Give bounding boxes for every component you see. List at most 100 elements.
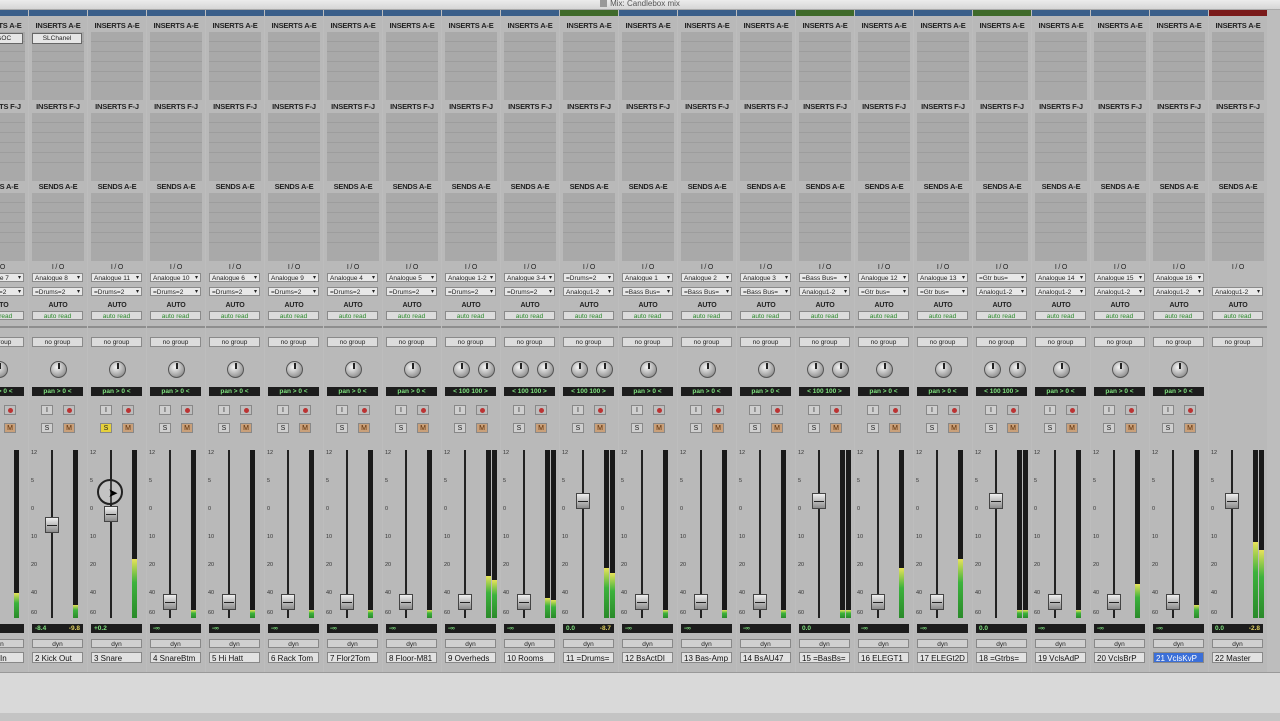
- send-slot[interactable]: [917, 193, 969, 203]
- insert-slot[interactable]: [681, 72, 733, 82]
- volume-fader[interactable]: [399, 594, 413, 611]
- sends-ae-slots[interactable]: [209, 193, 261, 261]
- send-slot[interactable]: [563, 223, 615, 233]
- track-name[interactable]: 7 Flor2Tom: [327, 652, 378, 663]
- insert-slot[interactable]: [1153, 133, 1205, 143]
- insert-slot[interactable]: [504, 113, 556, 123]
- dyn-selector[interactable]: dyn: [386, 639, 437, 648]
- insert-slot[interactable]: [858, 143, 910, 153]
- pan-knob[interactable]: [1171, 361, 1188, 378]
- insert-slot[interactable]: [386, 143, 438, 153]
- mute-button[interactable]: M: [417, 423, 429, 433]
- track-name[interactable]: 15 =BasBs=: [799, 652, 850, 663]
- insert-slot[interactable]: [445, 133, 497, 143]
- insert-slot[interactable]: [0, 113, 25, 123]
- send-slot[interactable]: [1153, 213, 1205, 223]
- insert-slot[interactable]: [976, 123, 1028, 133]
- insert-slot[interactable]: [1094, 72, 1146, 82]
- output-selector[interactable]: =Bass Bus= ▾: [622, 287, 673, 296]
- insert-slot[interactable]: [917, 52, 969, 62]
- volume-fader[interactable]: [281, 594, 295, 611]
- input-monitor-button[interactable]: I: [1044, 405, 1056, 415]
- pan-knob[interactable]: [286, 361, 303, 378]
- insert-slot[interactable]: [799, 32, 851, 42]
- dyn-selector[interactable]: dyn: [799, 639, 850, 648]
- insert-slot[interactable]: [858, 72, 910, 82]
- insert-slot[interactable]: [268, 32, 320, 42]
- insert-slot[interactable]: [150, 52, 202, 62]
- insert-slot[interactable]: [917, 143, 969, 153]
- input-monitor-button[interactable]: I: [159, 405, 171, 415]
- insert-slot[interactable]: [622, 72, 674, 82]
- volume-fader[interactable]: [1166, 594, 1180, 611]
- record-arm-button[interactable]: [358, 405, 370, 415]
- insert-slot[interactable]: [386, 113, 438, 123]
- send-slot[interactable]: [563, 203, 615, 213]
- insert-slot[interactable]: [1094, 143, 1146, 153]
- volume-fader[interactable]: [576, 492, 590, 509]
- pan-knob-right[interactable]: [832, 361, 849, 378]
- send-slot[interactable]: [91, 223, 143, 233]
- inserts-ae-slots[interactable]: [1153, 32, 1205, 100]
- mute-button[interactable]: M: [653, 423, 665, 433]
- record-arm-button[interactable]: [1007, 405, 1019, 415]
- insert-slot[interactable]: [1212, 32, 1264, 42]
- output-selector[interactable]: =Bass Bus= ▾: [681, 287, 732, 296]
- inserts-fj-slots[interactable]: [622, 113, 674, 181]
- dyn-selector[interactable]: dyn: [327, 639, 378, 648]
- insert-slot[interactable]: [976, 72, 1028, 82]
- insert-slot[interactable]: [740, 32, 792, 42]
- insert-slot[interactable]: [1035, 62, 1087, 72]
- insert-slot[interactable]: [150, 123, 202, 133]
- insert-slot[interactable]: [445, 52, 497, 62]
- pan-knob[interactable]: [227, 361, 244, 378]
- send-slot[interactable]: [268, 193, 320, 203]
- send-slot[interactable]: [386, 213, 438, 223]
- insert-slot[interactable]: [563, 72, 615, 82]
- mute-button[interactable]: M: [358, 423, 370, 433]
- insert-slot[interactable]: [150, 72, 202, 82]
- send-slot[interactable]: [91, 193, 143, 203]
- insert-slot[interactable]: [858, 123, 910, 133]
- insert-slot[interactable]: [91, 42, 143, 52]
- insert-slot[interactable]: [0, 62, 25, 72]
- insert-slot[interactable]: [32, 133, 84, 143]
- inserts-fj-slots[interactable]: [858, 113, 910, 181]
- insert-slot[interactable]: [445, 123, 497, 133]
- send-slot[interactable]: [504, 213, 556, 223]
- inserts-fj-slots[interactable]: [740, 113, 792, 181]
- send-slot[interactable]: [976, 193, 1028, 203]
- insert-plugin[interactable]: SLChanel: [32, 33, 82, 44]
- send-slot[interactable]: [150, 223, 202, 233]
- send-slot[interactable]: [445, 223, 497, 233]
- pan-knob-left[interactable]: [571, 361, 588, 378]
- pan-knob-left[interactable]: [807, 361, 824, 378]
- sends-ae-slots[interactable]: [504, 193, 556, 261]
- insert-slot[interactable]: [917, 72, 969, 82]
- send-slot[interactable]: [268, 233, 320, 243]
- inserts-ae-slots[interactable]: [622, 32, 674, 100]
- record-arm-button[interactable]: [240, 405, 252, 415]
- insert-slot[interactable]: [327, 72, 379, 82]
- send-slot[interactable]: [504, 223, 556, 233]
- inserts-fj-slots[interactable]: [268, 113, 320, 181]
- inserts-fj-slots[interactable]: [209, 113, 261, 181]
- insert-slot[interactable]: [858, 52, 910, 62]
- insert-slot[interactable]: [445, 143, 497, 153]
- insert-slot[interactable]: [740, 113, 792, 123]
- inserts-ae-slots[interactable]: [150, 32, 202, 100]
- mute-button[interactable]: M: [299, 423, 311, 433]
- insert-slot[interactable]: [858, 62, 910, 72]
- insert-slot[interactable]: [1153, 113, 1205, 123]
- mute-button[interactable]: M: [4, 423, 16, 433]
- solo-button[interactable]: S: [985, 423, 997, 433]
- insert-slot[interactable]: [976, 113, 1028, 123]
- output-selector[interactable]: =Drums=2▾: [327, 287, 378, 296]
- insert-slot[interactable]: [799, 42, 851, 52]
- automation-mode-selector[interactable]: auto read: [268, 311, 319, 320]
- volume-fader[interactable]: [753, 594, 767, 611]
- insert-slot[interactable]: [445, 113, 497, 123]
- inserts-ae-slots[interactable]: [681, 32, 733, 100]
- volume-fader[interactable]: [694, 594, 708, 611]
- send-slot[interactable]: [386, 203, 438, 213]
